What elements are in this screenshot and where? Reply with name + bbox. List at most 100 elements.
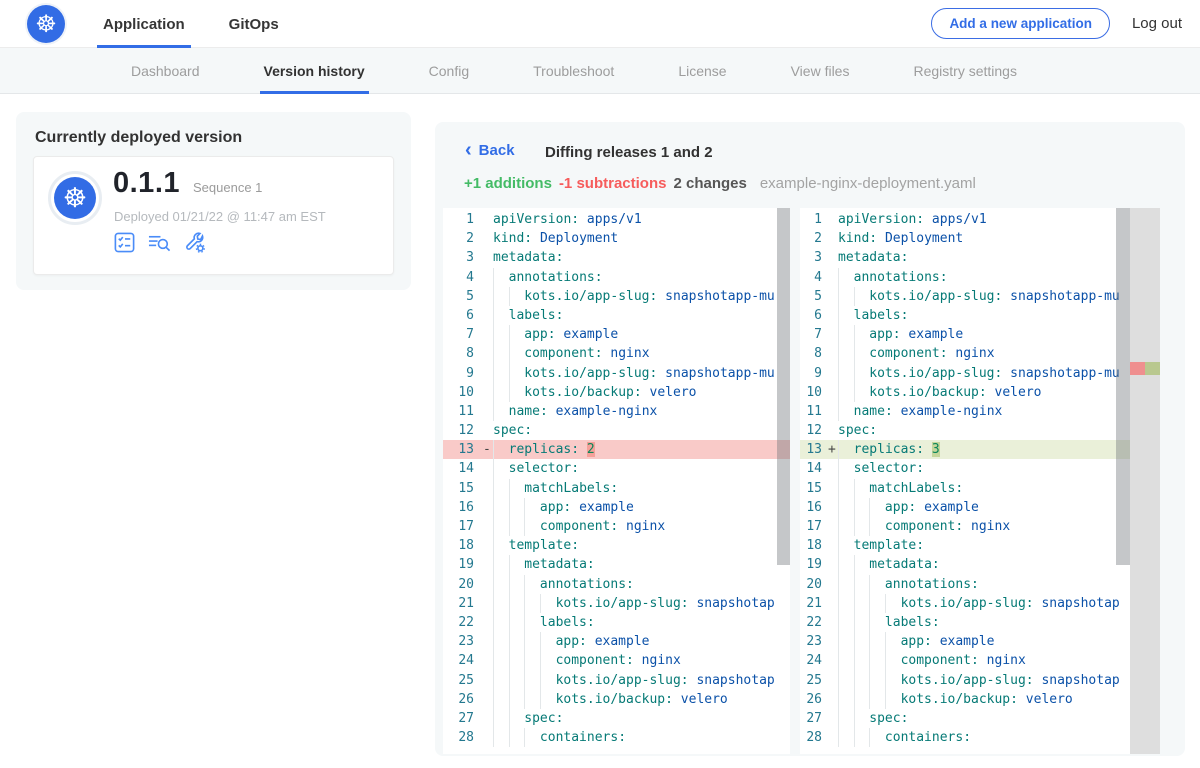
add-application-button[interactable]: Add a new application — [931, 8, 1110, 39]
code-line: 14selector: — [800, 459, 1130, 478]
code-line: 12spec: — [800, 421, 1130, 440]
code-line: 24component: nginx — [443, 651, 790, 670]
subnav-tab-troubleshoot[interactable]: Troubleshoot — [529, 48, 618, 94]
code-rows: 1apiVersion: apps/v12kind: Deployment3me… — [443, 210, 790, 747]
code-line: 24component: nginx — [800, 651, 1130, 670]
code-line: 14selector: — [443, 459, 790, 478]
top-navbar: ☸ Application GitOps Add a new applicatio… — [0, 0, 1200, 48]
code-line: 16app: example — [443, 498, 790, 517]
code-line: 8component: nginx — [443, 344, 790, 363]
changes-count: 2 changes — [673, 175, 746, 192]
code-line: 25kots.io/app-slug: snapshotap — [443, 671, 790, 690]
code-line: 18template: — [443, 536, 790, 555]
code-line: 13+replicas: 3 — [800, 440, 1130, 459]
code-line: 4annotations: — [800, 268, 1130, 287]
code-line: 1apiVersion: apps/v1 — [443, 210, 790, 229]
currently-deployed-card: Currently deployed version ☸ 0.1.1 Seque… — [16, 112, 411, 290]
code-line: 4annotations: — [443, 268, 790, 287]
code-line: 27spec: — [443, 709, 790, 728]
diff-filename: example-nginx-deployment.yaml — [760, 175, 976, 192]
logout-link[interactable]: Log out — [1132, 15, 1182, 32]
topnav-tabs: Application GitOps — [97, 0, 317, 48]
code-line: 17component: nginx — [800, 517, 1130, 536]
deployed-card-title: Currently deployed version — [16, 112, 411, 147]
diff-pane-modified: 1apiVersion: apps/v12kind: Deployment3me… — [800, 208, 1160, 754]
code-line: 18template: — [800, 536, 1130, 555]
code-line: 6labels: — [443, 306, 790, 325]
diff-overview-ruler[interactable] — [1130, 208, 1160, 754]
code-line: 2kind: Deployment — [443, 229, 790, 248]
sequence-label: Sequence 1 — [193, 180, 262, 195]
code-line: 10kots.io/backup: velero — [443, 383, 790, 402]
ruler-deletion-marker — [1130, 362, 1145, 375]
code-line: 22labels: — [800, 613, 1130, 632]
code-line: 7app: example — [443, 325, 790, 344]
subnav-tab-license[interactable]: License — [674, 48, 730, 94]
code-line: 28containers: — [443, 728, 790, 747]
scrollbar-thumb[interactable] — [777, 208, 790, 565]
kubernetes-wheel-icon: ☸ — [63, 185, 87, 212]
code-line: 3metadata: — [800, 248, 1130, 267]
code-line: 21kots.io/app-slug: snapshotap — [443, 594, 790, 613]
version-action-icons — [113, 231, 218, 254]
code-line: 6labels: — [800, 306, 1130, 325]
back-label: Back — [479, 142, 515, 159]
preflight-checklist-icon[interactable] — [113, 231, 136, 254]
code-line: 19metadata: — [443, 555, 790, 574]
code-line: 20annotations: — [800, 575, 1130, 594]
code-line: 17component: nginx — [443, 517, 790, 536]
code-line: 15matchLabels: — [443, 479, 790, 498]
subnav-tab-view-files[interactable]: View files — [787, 48, 854, 94]
app-subnav: Dashboard Version history Config Troublesho… — [0, 48, 1200, 94]
code-line: 5kots.io/app-slug: snapshotapp-mu — [443, 287, 790, 306]
code-line: 15matchLabels: — [800, 479, 1130, 498]
scrollbar-thumb[interactable] — [1116, 208, 1130, 565]
code-line: 11name: example-nginx — [443, 402, 790, 421]
code-line: 25kots.io/app-slug: snapshotap — [800, 671, 1130, 690]
code-line: 3metadata: — [443, 248, 790, 267]
deploy-logs-icon[interactable] — [147, 231, 172, 254]
diff-stats-row: +1 additions -1 subtractions 2 changes e… — [464, 175, 976, 192]
code-line: 23app: example — [443, 632, 790, 651]
subnav-tab-dashboard[interactable]: Dashboard — [127, 48, 204, 94]
code-line: 27spec: — [800, 709, 1130, 728]
code-line: 13-replicas: 2 — [443, 440, 790, 459]
deployed-version-tile: ☸ 0.1.1 Sequence 1 Deployed 01/21/22 @ 1… — [33, 156, 394, 275]
ruler-addition-marker — [1145, 362, 1160, 375]
code-line: 21kots.io/app-slug: snapshotap — [800, 594, 1130, 613]
app-logo: ☸ — [48, 171, 102, 225]
diff-pane-original: 1apiVersion: apps/v12kind: Deployment3me… — [443, 208, 790, 754]
kubernetes-wheel-icon: ☸ — [35, 12, 57, 36]
code-line: 26kots.io/backup: velero — [800, 690, 1130, 709]
code-line: 26kots.io/backup: velero — [443, 690, 790, 709]
code-line: 11name: example-nginx — [800, 402, 1130, 421]
additions-count: +1 additions — [464, 175, 552, 192]
subnav-tab-version-history[interactable]: Version history — [260, 48, 369, 94]
code-line: 19metadata: — [800, 555, 1130, 574]
diff-title: Diffing releases 1 and 2 — [545, 144, 713, 161]
subnav-tab-registry-settings[interactable]: Registry settings — [909, 48, 1020, 94]
code-line: 10kots.io/backup: velero — [800, 383, 1130, 402]
topnav-right: Add a new application Log out — [931, 8, 1182, 39]
deployed-timestamp: Deployed 01/21/22 @ 11:47 am EST — [114, 209, 326, 224]
topnav-tab-application[interactable]: Application — [97, 0, 191, 48]
code-line: 2kind: Deployment — [800, 229, 1130, 248]
version-number: 0.1.1 — [113, 167, 180, 200]
topnav-tab-gitops[interactable]: GitOps — [223, 0, 285, 48]
code-line: 9kots.io/app-slug: snapshotapp-mu — [443, 364, 790, 383]
chevron-left-icon: ‹ — [465, 143, 472, 158]
code-line: 9kots.io/app-slug: snapshotapp-mu — [800, 364, 1130, 383]
code-line: 1apiVersion: apps/v1 — [800, 210, 1130, 229]
config-wrench-icon[interactable] — [183, 231, 207, 254]
diff-panel: ‹ Back Diffing releases 1 and 2 +1 addit… — [435, 122, 1185, 756]
code-line: 20annotations: — [443, 575, 790, 594]
code-line: 5kots.io/app-slug: snapshotapp-mu — [800, 287, 1130, 306]
kubernetes-logo[interactable]: ☸ — [27, 5, 65, 43]
code-rows: 1apiVersion: apps/v12kind: Deployment3me… — [800, 210, 1130, 747]
back-link[interactable]: ‹ Back — [465, 142, 515, 159]
code-line: 8component: nginx — [800, 344, 1130, 363]
subnav-tab-config[interactable]: Config — [425, 48, 473, 94]
code-line: 7app: example — [800, 325, 1130, 344]
code-line: 12spec: — [443, 421, 790, 440]
code-line: 16app: example — [800, 498, 1130, 517]
